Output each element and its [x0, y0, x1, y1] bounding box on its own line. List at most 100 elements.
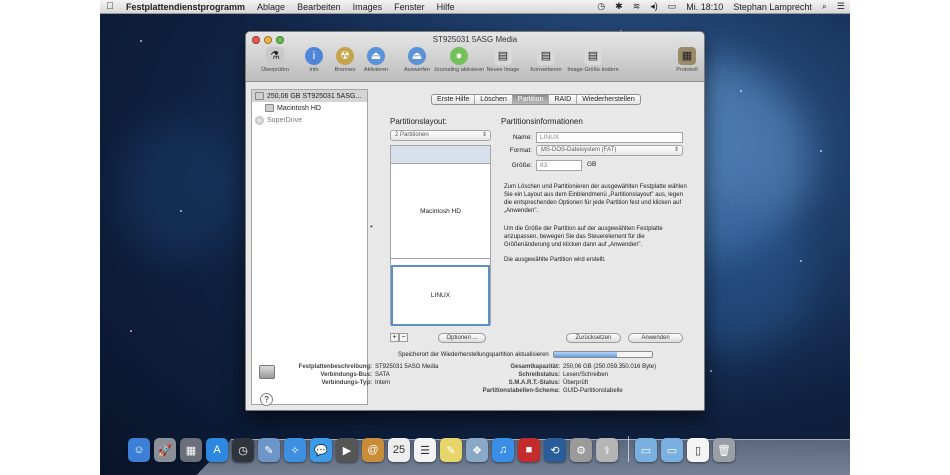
- dock-system-preferences-icon[interactable]: ⚙: [570, 438, 592, 462]
- dock-notes-icon[interactable]: ✎: [440, 438, 462, 462]
- info-row: S.M.A.R.T.-Status: Überprüft: [458, 379, 656, 387]
- disk-utility-window: ST925031 5ASG Media ⚗ Überprüfen i Info ☢ Bre…: [245, 31, 705, 411]
- wifi-icon[interactable]: ≋: [628, 1, 646, 12]
- menu-images[interactable]: Images: [347, 2, 389, 12]
- notification-center-icon[interactable]: ☰: [832, 1, 850, 12]
- info-key: Partitionstabellen-Schema:: [482, 388, 560, 394]
- dock-contacts-icon[interactable]: @: [362, 438, 384, 462]
- dock-itunes-icon[interactable]: ♫: [492, 438, 514, 462]
- help-button[interactable]: ?: [260, 393, 273, 406]
- progress-fill: [553, 352, 618, 357]
- disk-sidebar[interactable]: 250,06 GB ST925031 5ASG... Macintosh HD …: [251, 89, 368, 405]
- info-key: Verbindungs-Typ:: [321, 380, 372, 386]
- popup-arrows-icon: ⇕: [673, 147, 679, 153]
- dock-mission-control-icon[interactable]: ▦: [180, 438, 202, 462]
- help-text-resize: Um die Größe der Partition auf der ausge…: [504, 226, 663, 248]
- apple-menu-icon[interactable]: : [100, 1, 120, 12]
- partition-macintosh-hd[interactable]: Macintosh HD: [391, 164, 490, 259]
- toolbar-button[interactable]: ▤ Image-Größe ändern: [567, 47, 619, 73]
- dock-applications-folder-icon[interactable]: ▭: [635, 438, 657, 462]
- partition-panel: Partitionslayout: 2 Partitionen ⇕ Macint…: [380, 103, 700, 343]
- dock-finder-icon[interactable]: ☺: [128, 438, 150, 462]
- volume-icon: [265, 104, 274, 112]
- dock-reminders-icon[interactable]: ☰: [414, 438, 436, 462]
- partition-label: LINUX: [430, 292, 451, 299]
- name-field[interactable]: LINUX: [536, 132, 683, 143]
- menu-ablage[interactable]: Ablage: [251, 2, 291, 12]
- options-button[interactable]: Optionen ...: [438, 333, 486, 343]
- battery-icon[interactable]: ▭: [663, 1, 682, 12]
- info-value: Lesen/Schreiben: [563, 372, 609, 378]
- partition-free-space[interactable]: [391, 146, 490, 164]
- dock: ☺ 🚀 ▦ A ◷ ✎ ✧ 💬 ▶ @25 ☰ ✎ ❖ ♫ ■ ⟲ ⚙ ⚕ ▭ ▭ ▯ 🗑: [128, 436, 739, 462]
- info-value: Intern: [375, 380, 391, 386]
- dock-disk-utility-icon[interactable]: ⚕: [596, 438, 618, 462]
- log-icon: ▦: [678, 47, 696, 65]
- dock-dashboard-icon[interactable]: ◷: [232, 438, 254, 462]
- desktop:  Festplattendienstprogramm Ablage Bearb…: [100, 0, 850, 475]
- remove-partition-button[interactable]: −: [399, 333, 408, 342]
- format-select[interactable]: MS-DOS-Dateisystem (FAT) ⇕: [536, 145, 683, 156]
- toolbar-button-label: Protokoll: [676, 67, 698, 73]
- info-value: GUID-Partitionstabelle: [563, 388, 623, 394]
- info-row: Partitionstabellen-Schema: GUID-Partition…: [458, 387, 656, 395]
- dock-documents-folder-icon[interactable]: ▭: [661, 438, 683, 462]
- dock-safari-icon[interactable]: ✧: [284, 438, 306, 462]
- volume-icon[interactable]: ◂): [645, 1, 663, 12]
- dock-calendar-icon[interactable]: 25: [388, 438, 410, 462]
- journaling-icon: ●: [450, 47, 468, 65]
- format-value: MS-DOS-Dateisystem (FAT): [541, 147, 617, 153]
- toolbar-button[interactable]: ⏏ Aktivieren: [353, 47, 399, 73]
- revert-button[interactable]: Zurücksetzen: [566, 333, 621, 343]
- dock-facetime-icon[interactable]: ▶: [336, 438, 358, 462]
- toolbar-button[interactable]: ● Journaling aktivieren: [434, 47, 484, 73]
- partition-map[interactable]: Macintosh HD LINUX: [390, 145, 491, 326]
- time-machine-status-icon[interactable]: ◷: [592, 1, 610, 12]
- info-row: Schreibstatus: Lesen/Schreiben: [458, 371, 656, 379]
- sidebar-item-label: 250,06 GB ST925031 5ASG...: [267, 92, 362, 100]
- dock-document-icon[interactable]: ▯: [687, 438, 709, 462]
- bluetooth-icon[interactable]: ✱: [610, 1, 628, 12]
- help-text-status: Die ausgewählte Partition wird erstellt.: [504, 257, 606, 263]
- dock-photos-icon[interactable]: ❖: [466, 438, 488, 462]
- dock-app-store-icon[interactable]: A: [206, 438, 228, 462]
- sidebar-item-disk[interactable]: 250,06 GB ST925031 5ASG...: [252, 90, 367, 102]
- sidebar-item-superdrive[interactable]: SuperDrive: [252, 114, 367, 126]
- menu-app-name[interactable]: Festplattendienstprogramm: [120, 2, 251, 12]
- partition-layout-select[interactable]: 2 Partitionen ⇕: [390, 130, 491, 141]
- menu-user[interactable]: Stephan Lamprecht: [728, 2, 817, 12]
- dock-preview-icon[interactable]: ✎: [258, 438, 280, 462]
- dock-photo-booth-icon[interactable]: ■: [518, 438, 540, 462]
- menu-hilfe[interactable]: Hilfe: [431, 2, 461, 12]
- dock-time-machine-icon[interactable]: ⟲: [544, 438, 566, 462]
- progress-bar: [552, 351, 653, 358]
- size-label: Größe:: [511, 162, 532, 169]
- menu-bearbeiten[interactable]: Bearbeiten: [291, 2, 347, 12]
- info-value: ST925031 5ASG Media: [375, 364, 439, 370]
- toolbar-button-label: Auswerfen: [404, 67, 430, 73]
- split-view-handle-icon[interactable]: •: [370, 222, 373, 231]
- toolbar-button[interactable]: ▤ Konvertieren: [523, 47, 569, 73]
- sidebar-item-macintosh-hd[interactable]: Macintosh HD: [252, 102, 367, 114]
- dock-launchpad-icon[interactable]: 🚀: [154, 438, 176, 462]
- menu-clock[interactable]: Mi. 18:10: [681, 2, 728, 12]
- spotlight-icon[interactable]: ⌕: [817, 1, 832, 12]
- toolbar-button-label: Aktivieren: [363, 67, 389, 73]
- toolbar-button[interactable]: ▤ Neues Image: [480, 47, 526, 73]
- menu-fenster[interactable]: Fenster: [388, 2, 431, 12]
- info-value: 250,06 GB (250.059.350.016 Byte): [563, 364, 657, 370]
- dock-trash-icon[interactable]: 🗑: [713, 438, 735, 462]
- dock-messages-icon[interactable]: 💬: [310, 438, 332, 462]
- hard-disk-icon: [255, 92, 264, 100]
- size-field[interactable]: 83: [536, 160, 582, 171]
- window-title: ST925031 5ASG Media: [432, 35, 518, 44]
- eject-icon: ⏏: [408, 47, 426, 65]
- toolbar-button[interactable]: ▦ Protokoll: [664, 47, 704, 73]
- toolbar-button-label: Konvertieren: [530, 67, 562, 73]
- partition-linux[interactable]: LINUX: [391, 265, 490, 326]
- toolbar: ⚗ Überprüfen i Info ☢ Brennen ⏏ Aktivieren ⏏ Ausw…: [246, 47, 704, 81]
- size-unit: GB: [587, 161, 597, 168]
- apply-button[interactable]: Anwenden: [628, 333, 683, 343]
- info-key: Schreibstatus:: [518, 372, 560, 378]
- add-partition-button[interactable]: +: [390, 333, 399, 342]
